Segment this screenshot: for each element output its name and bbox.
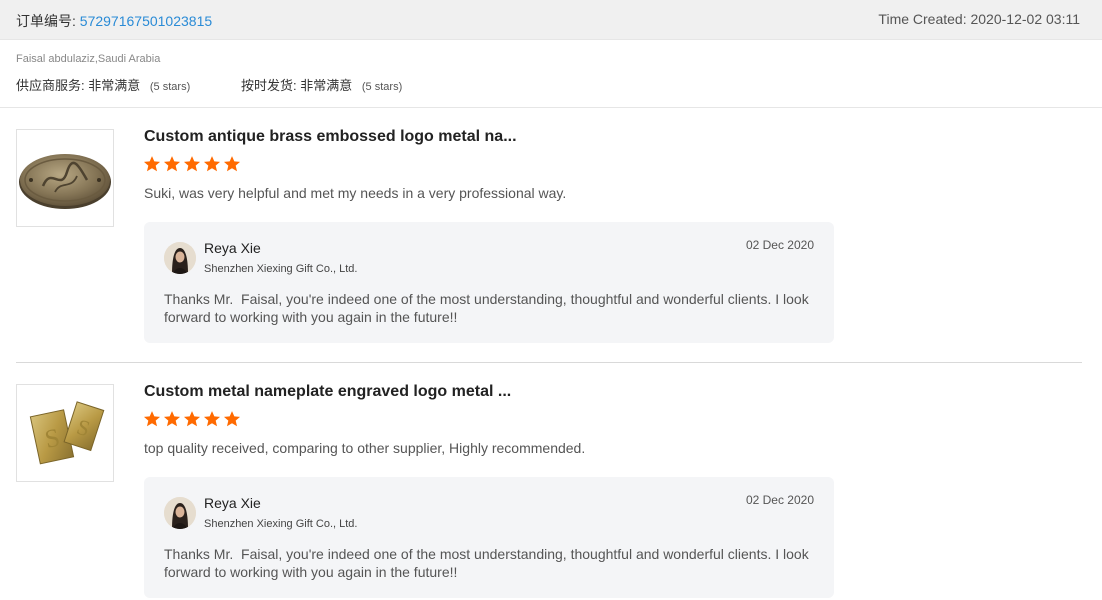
star-rating — [143, 410, 241, 428]
reply-text: Thanks Mr. Faisal, you're indeed one of … — [164, 546, 813, 580]
replier-name: Reya Xie — [204, 495, 261, 511]
reply-date: 02 Dec 2020 — [745, 238, 814, 252]
order-time-created: Time Created: 2020-12-02 03:11 — [878, 11, 1080, 27]
product-title[interactable]: Custom antique brass embossed logo metal… — [144, 128, 517, 146]
star-icon — [223, 411, 241, 427]
user-avatar — [164, 242, 196, 274]
brass-oval-nameplate-image — [19, 154, 111, 209]
supplier-reply: Reya Xie Shenzhen Xiexing Gift Co., Ltd.… — [144, 477, 834, 598]
buyer-name: Faisal abdulaziz,Saudi Arabia — [16, 53, 161, 65]
star-icon — [183, 411, 201, 427]
supplier-service-rating: 供应商服务: 非常满意 (5 stars) — [16, 75, 190, 94]
replier-name: Reya Xie — [204, 240, 261, 256]
on-time-shipment-rating: 按时发货: 非常满意 (5 stars) — [241, 75, 402, 94]
rating-value: 非常满意 — [88, 78, 141, 93]
reply-date: 02 Dec 2020 — [745, 493, 814, 507]
review-item: Custom antique brass embossed logo metal… — [0, 108, 1102, 363]
order-id: 订单编号: 57297167501023815 — [16, 11, 212, 31]
avatar-image — [164, 497, 196, 529]
order-number-link[interactable]: 57297167501023815 — [80, 13, 212, 29]
review-item: S S Custom metal nameplate engraved logo… — [0, 363, 1102, 600]
avatar-image — [164, 242, 196, 274]
buyer-info: Faisal abdulaziz,Saudi Arabia 供应商服务: 非常满… — [0, 40, 1102, 108]
star-rating — [143, 155, 241, 173]
star-icon — [143, 156, 161, 172]
product-thumbnail[interactable] — [16, 129, 114, 227]
star-icon — [203, 156, 221, 172]
feedback-page: 订单编号: 57297167501023815 Time Created: 20… — [0, 0, 1102, 600]
product-thumbnail[interactable]: S S — [16, 384, 114, 482]
star-icon — [223, 156, 241, 172]
star-icon — [183, 156, 201, 172]
gold-rectangular-nameplates-image: S S — [29, 401, 105, 465]
product-title[interactable]: Custom metal nameplate engraved logo met… — [144, 383, 511, 401]
rating-note: (5 stars) — [149, 81, 191, 93]
rating-label: 按时发货: — [241, 78, 297, 93]
order-label: 订单编号: — [16, 13, 76, 29]
supplier-reply: Reya Xie Shenzhen Xiexing Gift Co., Ltd.… — [144, 222, 834, 343]
rating-note: (5 stars) — [361, 81, 403, 93]
star-icon — [203, 411, 221, 427]
review-text: Suki, was very helpful and met my needs … — [144, 185, 567, 201]
star-icon — [143, 411, 161, 427]
reply-text: Thanks Mr. Faisal, you're indeed one of … — [164, 291, 813, 325]
star-icon — [163, 156, 181, 172]
replier-company: Shenzhen Xiexing Gift Co., Ltd. — [204, 263, 358, 275]
star-icon — [163, 411, 181, 427]
replier-company: Shenzhen Xiexing Gift Co., Ltd. — [204, 518, 358, 530]
user-avatar — [164, 497, 196, 529]
review-text: top quality received, comparing to other… — [144, 440, 586, 456]
rating-value: 非常满意 — [300, 78, 353, 93]
order-header: 订单编号: 57297167501023815 Time Created: 20… — [0, 0, 1102, 40]
rating-label: 供应商服务: — [16, 78, 85, 93]
